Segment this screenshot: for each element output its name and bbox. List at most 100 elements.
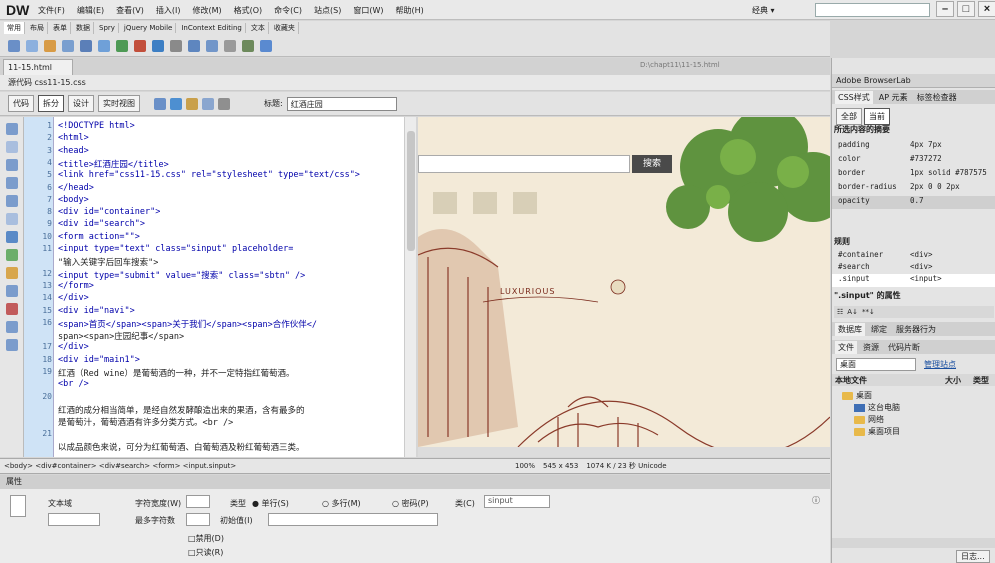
highlight-invalid-icon[interactable]: [5, 249, 18, 261]
head-icon[interactable]: [206, 39, 218, 52]
menu-item[interactable]: 帮助(H): [395, 5, 423, 16]
css-scope-tab[interactable]: 当前: [864, 108, 890, 125]
init-value-input[interactable]: [268, 513, 438, 526]
tag-selector[interactable]: <body> <div#container> <div#search> <for…: [4, 462, 236, 470]
live-view-button[interactable]: 实时视图: [98, 95, 140, 112]
code-scrollbar[interactable]: [404, 117, 416, 457]
files-tab[interactable]: 资源: [860, 341, 882, 354]
local-files-col[interactable]: 本地文件: [835, 375, 945, 386]
insert-tab[interactable]: 文本: [248, 22, 269, 34]
class-select[interactable]: sinput: [484, 495, 550, 508]
insert-tab[interactable]: InContext Editing: [178, 23, 246, 33]
refresh-icon[interactable]: [218, 97, 230, 110]
table-icon[interactable]: [80, 39, 92, 52]
help-icon[interactable]: ⓘ: [812, 495, 820, 506]
css-panel-tab[interactable]: CSS样式: [835, 90, 873, 104]
word-wrap-icon[interactable]: [5, 267, 18, 279]
design-view[interactable]: 搜索 LUXURIOUS: [418, 117, 830, 457]
preview-search-button[interactable]: 搜索: [632, 155, 672, 173]
help-search-input[interactable]: [815, 3, 930, 17]
script-icon[interactable]: [224, 39, 236, 52]
inspect-icon[interactable]: [154, 97, 166, 110]
tree-item[interactable]: 这台电脑: [854, 402, 900, 413]
scroll-thumb[interactable]: [407, 131, 415, 251]
code-view[interactable]: 1 <!DOCTYPE html> 2 <html> 3 <head> 4 <title>红酒…: [24, 117, 416, 457]
email-link-icon[interactable]: [26, 39, 38, 52]
properties-title[interactable]: 属性: [0, 475, 830, 489]
remove-comment-icon[interactable]: [5, 321, 18, 333]
insert-tab[interactable]: 数据: [73, 22, 94, 34]
div-icon[interactable]: [98, 39, 110, 52]
syntax-error-icon[interactable]: [5, 285, 18, 297]
expand-all-icon[interactable]: [5, 177, 18, 189]
select-parent-icon[interactable]: [5, 195, 18, 207]
insert-tab[interactable]: jQuery Mobile: [121, 23, 177, 33]
db-tab[interactable]: 服务器行为: [893, 323, 939, 336]
max-chars-input[interactable]: [186, 513, 210, 526]
validate-icon[interactable]: [186, 97, 198, 110]
files-tab[interactable]: 文件: [835, 340, 857, 354]
menu-item[interactable]: 命令(C): [274, 5, 302, 16]
css-panel-tab[interactable]: AP 元素: [876, 91, 911, 104]
visual-aids-icon[interactable]: [202, 97, 214, 110]
apply-comment-icon[interactable]: [5, 303, 18, 315]
zoom-select[interactable]: 100%: [515, 462, 535, 470]
menu-item[interactable]: 窗口(W): [353, 5, 383, 16]
comment-icon[interactable]: [188, 39, 200, 52]
minimize-icon[interactable]: –: [936, 1, 954, 17]
list-view-icon[interactable]: A↓: [847, 308, 858, 316]
preview-search-input[interactable]: [418, 155, 630, 173]
db-tab[interactable]: 数据库: [835, 322, 865, 336]
insert-tab[interactable]: 收藏夹: [271, 22, 299, 34]
type-col[interactable]: 类型: [973, 375, 989, 386]
browser-preview-icon[interactable]: [170, 97, 182, 110]
manage-sites-link[interactable]: 管理站点: [924, 359, 956, 370]
indent-icon[interactable]: [5, 339, 18, 351]
size-col[interactable]: 大小: [945, 375, 973, 386]
close-icon[interactable]: ×: [978, 1, 995, 17]
tree-item[interactable]: 网络: [854, 414, 884, 425]
menu-item[interactable]: 修改(M): [192, 5, 221, 16]
menu-item[interactable]: 站点(S): [314, 5, 341, 16]
document-tab[interactable]: 11-15.html: [3, 59, 73, 75]
files-tab[interactable]: 代码片断: [885, 341, 923, 354]
browserlab-panel[interactable]: Adobe BrowserLab: [832, 74, 995, 88]
code-view-button[interactable]: 代码: [8, 95, 34, 112]
site-select[interactable]: 桌面: [836, 358, 916, 371]
disabled-checkbox[interactable]: □禁用(D): [188, 533, 224, 544]
workspace-switcher[interactable]: 经典 ▾: [752, 5, 775, 16]
type-single-radio[interactable]: ● 单行(S): [252, 498, 289, 509]
css-scope-tab[interactable]: 全部: [836, 108, 862, 125]
line-numbers-icon[interactable]: [5, 231, 18, 243]
category-view-icon[interactable]: ☷: [837, 308, 843, 316]
title-input[interactable]: 红酒庄园: [286, 96, 397, 111]
db-tab[interactable]: 绑定: [868, 323, 890, 336]
server-include-icon[interactable]: [170, 39, 182, 52]
split-view-button[interactable]: 拆分: [38, 95, 64, 112]
image-icon[interactable]: [116, 39, 128, 52]
open-documents-icon[interactable]: [5, 123, 18, 135]
menu-item[interactable]: 插入(I): [156, 5, 181, 16]
balance-braces-icon[interactable]: [5, 213, 18, 225]
maximize-icon[interactable]: □: [957, 1, 975, 17]
set-props-icon[interactable]: **↓: [862, 308, 875, 316]
design-view-button[interactable]: 设计: [68, 95, 94, 112]
anchor-icon[interactable]: [44, 39, 56, 52]
horizontal-rule-icon[interactable]: [62, 39, 74, 52]
insert-tab[interactable]: 常用: [4, 22, 25, 34]
template-icon[interactable]: [242, 39, 254, 52]
menu-item[interactable]: 格式(O): [234, 5, 263, 16]
collapse-selection-icon[interactable]: [5, 159, 18, 171]
hyperlink-icon[interactable]: [8, 39, 20, 52]
readonly-checkbox[interactable]: □只读(R): [188, 547, 223, 558]
type-multi-radio[interactable]: ○ 多行(M): [322, 498, 361, 509]
menu-item[interactable]: 编辑(E): [77, 5, 104, 16]
date-icon[interactable]: [152, 39, 164, 52]
insert-tab[interactable]: 布局: [27, 22, 48, 34]
rule-row[interactable]: .sinput <input>: [832, 274, 995, 287]
log-button[interactable]: 日志...: [956, 550, 990, 563]
tree-item[interactable]: 桌面: [842, 390, 872, 401]
menu-item[interactable]: 文件(F): [38, 5, 65, 16]
type-password-radio[interactable]: ○ 密码(P): [392, 498, 429, 509]
tree-item[interactable]: 桌面项目: [854, 426, 900, 437]
